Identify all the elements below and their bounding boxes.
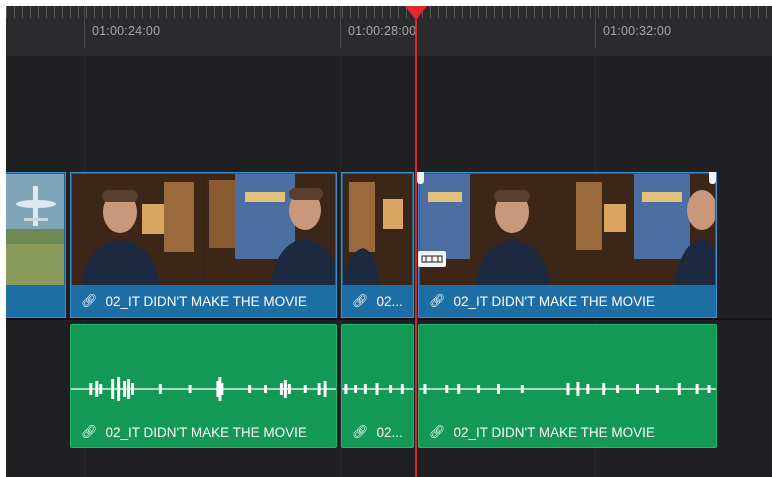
timecode-label: 01:00:32:00 bbox=[603, 24, 672, 38]
interview-thumbnails bbox=[72, 174, 335, 286]
interview-thumbnails bbox=[420, 174, 715, 286]
clip-name: 02... bbox=[376, 293, 403, 309]
link-icon: 🔗︎ bbox=[352, 424, 369, 439]
playhead-icon[interactable] bbox=[405, 6, 427, 20]
video-clip[interactable] bbox=[6, 172, 66, 318]
interview-thumbnail bbox=[343, 174, 412, 286]
timeline-panel[interactable]: 01:00:24:00 01:00:28:00 01:00:32:00 🔗︎ 0… bbox=[6, 6, 772, 477]
clip-thumbnail-strip bbox=[420, 174, 715, 286]
audio-clip[interactable]: 🔗︎ 02... bbox=[341, 324, 414, 448]
audio-clip[interactable]: 🔗︎ 02_IT DIDN'T MAKE THE MOVIE bbox=[70, 324, 337, 448]
clip-name: 02_IT DIDN'T MAKE THE MOVIE bbox=[105, 424, 307, 440]
razor-blade-glyph bbox=[421, 255, 443, 263]
clip-thumbnail-strip bbox=[343, 174, 412, 286]
airplane-poster-thumbnail bbox=[6, 174, 64, 286]
ruler-ticks bbox=[6, 6, 772, 18]
trim-handle-in[interactable] bbox=[417, 172, 424, 184]
ruler-major-tick bbox=[340, 6, 341, 48]
timecode-label: 01:00:28:00 bbox=[348, 24, 417, 38]
link-icon: 🔗︎ bbox=[352, 293, 369, 308]
ruler-major-tick bbox=[595, 6, 596, 48]
trim-handle-out[interactable] bbox=[709, 172, 716, 184]
video-clip[interactable]: 🔗︎ 02_IT DIDN'T MAKE THE MOVIE bbox=[70, 172, 337, 318]
clip-label bbox=[6, 285, 65, 317]
clip-name: 02... bbox=[376, 424, 403, 440]
audio-clip[interactable]: 🔗︎ 02_IT DIDN'T MAKE THE MOVIE bbox=[418, 324, 717, 448]
clip-name: 02_IT DIDN'T MAKE THE MOVIE bbox=[105, 293, 307, 309]
link-icon: 🔗︎ bbox=[429, 293, 446, 308]
link-icon: 🔗︎ bbox=[429, 424, 446, 439]
clip-label: 🔗︎ 02_IT DIDN'T MAKE THE MOVIE bbox=[71, 285, 336, 317]
clip-name: 02_IT DIDN'T MAKE THE MOVIE bbox=[453, 424, 655, 440]
track-divider bbox=[6, 318, 772, 320]
razor-cursor-icon bbox=[418, 251, 446, 267]
video-clip[interactable]: 🔗︎ 02_IT DIDN'T MAKE THE MOVIE bbox=[418, 172, 717, 318]
clip-label: 🔗︎ 02_IT DIDN'T MAKE THE MOVIE bbox=[71, 417, 336, 447]
ruler-major-tick bbox=[84, 6, 85, 48]
playhead-line[interactable] bbox=[415, 6, 417, 477]
clip-label: 🔗︎ 02_IT DIDN'T MAKE THE MOVIE bbox=[419, 417, 716, 447]
audio-waveform bbox=[342, 383, 413, 395]
link-icon: 🔗︎ bbox=[81, 424, 98, 439]
audio-waveform bbox=[419, 382, 716, 396]
link-icon: 🔗︎ bbox=[81, 293, 98, 308]
clip-label: 🔗︎ 02... bbox=[342, 417, 413, 447]
timecode-label: 01:00:24:00 bbox=[92, 24, 161, 38]
video-clip[interactable]: 🔗︎ 02... bbox=[341, 172, 414, 318]
clip-name: 02_IT DIDN'T MAKE THE MOVIE bbox=[453, 293, 655, 309]
clip-thumbnail-strip bbox=[6, 174, 64, 286]
clip-label: 🔗︎ 02_IT DIDN'T MAKE THE MOVIE bbox=[419, 285, 716, 317]
clip-label: 🔗︎ 02... bbox=[342, 285, 413, 317]
audio-waveform bbox=[71, 377, 336, 401]
clip-thumbnail-strip bbox=[72, 174, 335, 286]
timecode-ruler[interactable]: 01:00:24:00 01:00:28:00 01:00:32:00 bbox=[6, 6, 772, 56]
